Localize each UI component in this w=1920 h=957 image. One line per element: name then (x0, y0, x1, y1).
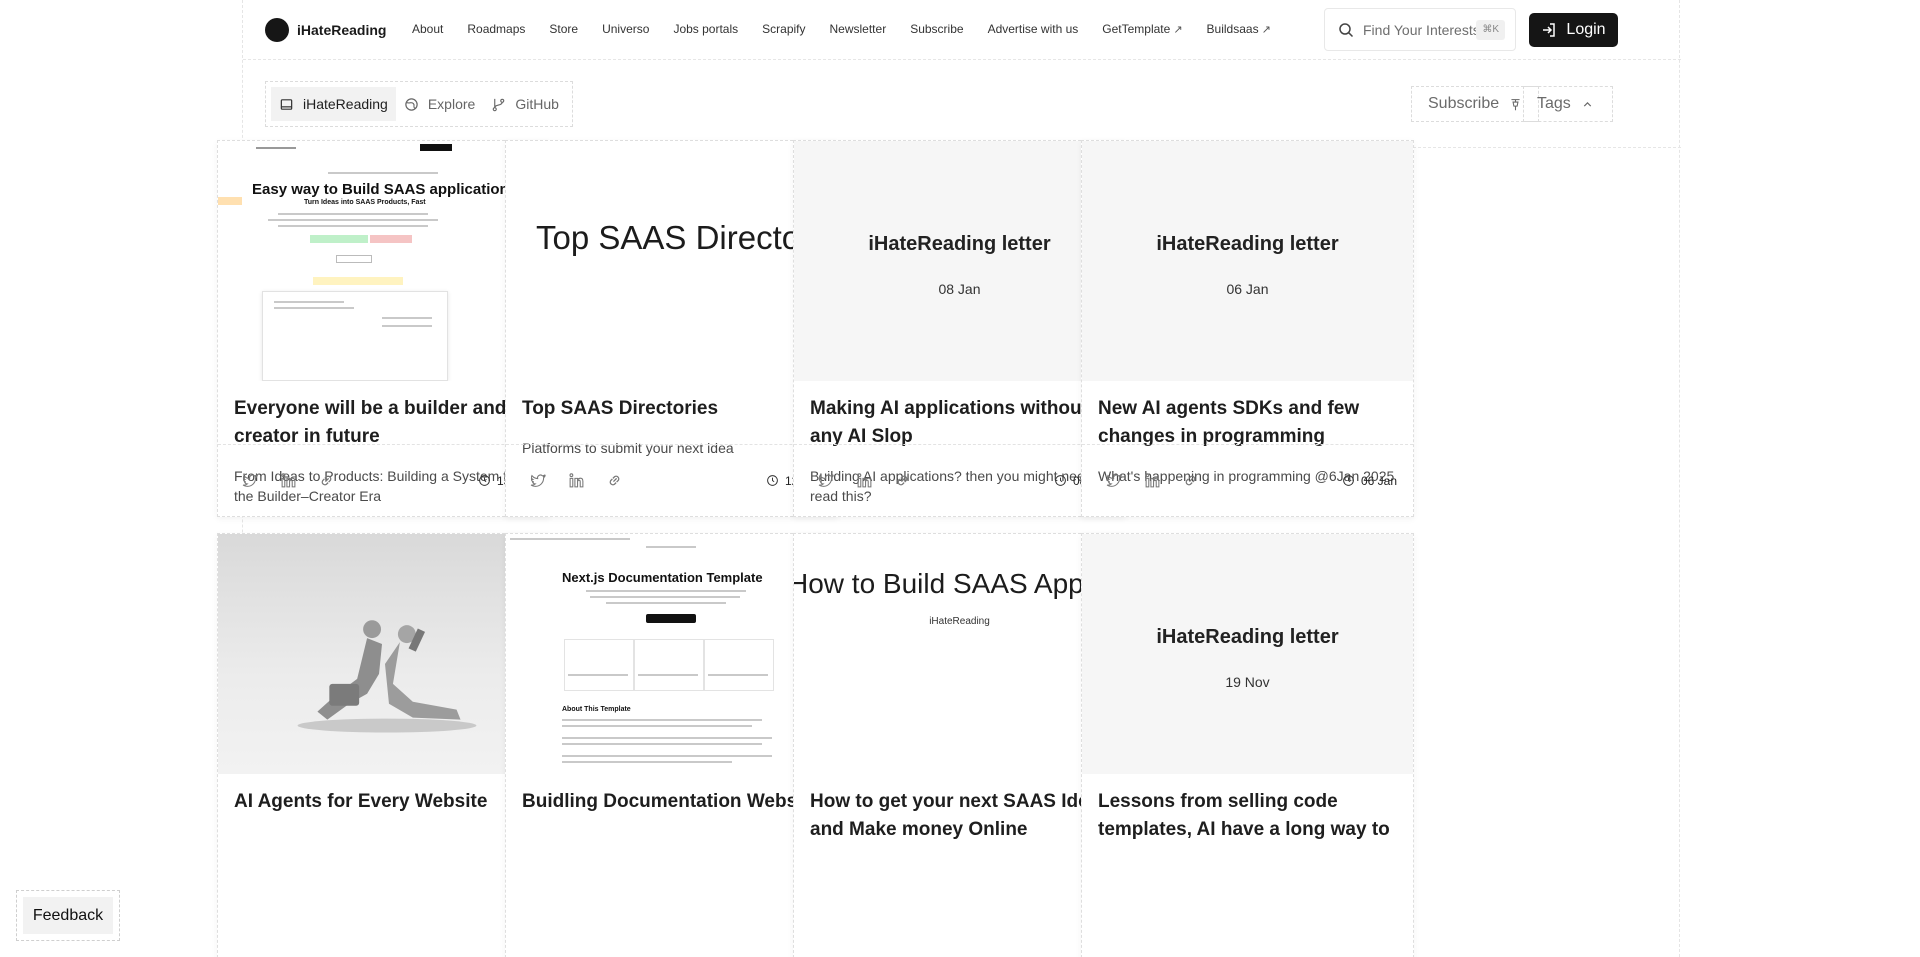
clock-icon (767, 475, 778, 486)
post-card-3[interactable]: iHateReading letter 08 Jan Making AI app… (793, 140, 1126, 517)
nav-link-store[interactable]: Store (549, 22, 578, 36)
pin-icon (1511, 98, 1520, 110)
tab-ihatereading[interactable]: iHateReading (271, 87, 396, 121)
nav-link-universo[interactable]: Universo (602, 22, 649, 36)
thumbnail-text: How to Build SAAS Applications (794, 568, 1125, 599)
post-thumbnail: How to Build SAAS Applications iHateRead… (794, 534, 1125, 774)
post-title[interactable]: AI Agents for Every Website (218, 774, 549, 816)
post-card-4[interactable]: iHateReading letter 06 Jan New AI agents… (1081, 140, 1414, 517)
clock-icon (479, 475, 490, 486)
tab-explore[interactable]: Explore (396, 87, 483, 121)
thumbnail-title: iHateReading letter (1156, 626, 1339, 648)
feedback-label: Feedback (23, 897, 113, 934)
link-icon[interactable] (318, 472, 335, 489)
clock-icon (1055, 475, 1066, 486)
nav-link-about[interactable]: About (412, 22, 443, 36)
post-card-2[interactable]: Top SAAS Directories Top SAAS Directorie… (505, 140, 838, 517)
post-thumbnail: iHateReading letter 06 Jan (1082, 141, 1413, 381)
twitter-icon[interactable] (1106, 472, 1123, 489)
post-thumbnail: iHateReading letter 08 Jan (794, 141, 1125, 381)
brand-name: iHateReading (297, 22, 387, 38)
post-title[interactable]: Making AI applications without any AI Sl… (794, 381, 1125, 451)
subscribe-button[interactable]: Subscribe (1411, 86, 1540, 122)
clock-icon (1343, 475, 1354, 486)
linkedin-icon[interactable] (568, 472, 585, 489)
thumbnail-title: iHateReading letter (868, 233, 1051, 255)
post-card-8[interactable]: iHateReading letter 19 Nov Lessons from … (1081, 533, 1414, 957)
source-tabs: iHateReading Explore GitHub (265, 81, 573, 127)
post-title[interactable]: Lessons from selling code templates, AI … (1082, 774, 1413, 844)
brand-link[interactable]: iHateReading (265, 18, 386, 42)
feedback-button[interactable]: Feedback (16, 890, 120, 941)
linkedin-icon[interactable] (280, 472, 297, 489)
brand-logo (265, 18, 289, 42)
thumbnail-text: Top SAAS Directories (536, 219, 837, 256)
globe-icon (405, 97, 418, 111)
twitter-icon[interactable] (818, 472, 835, 489)
nav-link-subscribe[interactable]: Subscribe (910, 22, 963, 36)
post-card-7[interactable]: How to Build SAAS Applications iHateRead… (793, 533, 1126, 957)
post-footer: 12 Jan (506, 444, 837, 516)
link-icon[interactable] (606, 472, 623, 489)
nav-link-roadmaps[interactable]: Roadmaps (467, 22, 525, 36)
post-thumbnail (218, 534, 549, 774)
thumbnail-title: iHateReading letter (1156, 233, 1339, 255)
external-link-icon: ↗ (1173, 23, 1183, 36)
search-input[interactable]: Find Your Interests ⌘K (1324, 8, 1516, 51)
book-icon (280, 98, 293, 110)
nav-link-buildsaas[interactable]: Buildsaas ↗ (1207, 22, 1271, 36)
post-footer: 08 Jan (794, 444, 1125, 516)
login-label: Login (1566, 21, 1606, 38)
link-icon[interactable] (894, 472, 911, 489)
post-card-5[interactable]: AI Agents for Every Website (217, 533, 550, 957)
search-placeholder: Find Your Interests (1363, 21, 1480, 38)
post-thumbnail: Top SAAS Directories (506, 141, 837, 381)
post-footer: 06 Jan (1082, 444, 1413, 516)
linkedin-icon[interactable] (1144, 472, 1161, 489)
nav-link-jobs-portals[interactable]: Jobs portals (673, 22, 738, 36)
search-icon (1339, 22, 1354, 37)
section-toolbar: iHateReading Explore GitHub Subscribe Ta… (243, 61, 1681, 148)
post-title[interactable]: Everyone will be a builder and creator i… (218, 381, 549, 451)
nav-links: About Roadmaps Store Universo Jobs porta… (412, 22, 1295, 36)
thumbnail-brand: iHateReading (929, 616, 990, 627)
saas-screenshot-image: Easy way to Build SAAS applications Turn… (218, 141, 549, 381)
search-shortcut-badge: ⌘K (1476, 20, 1505, 40)
wooden-mannequins-image (297, 620, 477, 733)
tab-github[interactable]: GitHub (483, 87, 567, 121)
post-thumbnail: Easy way to Build SAAS applications Turn… (218, 141, 549, 381)
post-title[interactable]: New AI agents SDKs and few changes in pr… (1082, 381, 1413, 451)
nav-link-gettemplate[interactable]: GetTemplate ↗ (1102, 22, 1182, 36)
twitter-icon[interactable] (242, 472, 259, 489)
thumbnail-date: 19 Nov (1225, 674, 1270, 690)
post-card-6[interactable]: Next.js Documentation Template About Thi… (505, 533, 838, 957)
chevron-up-icon (1583, 101, 1591, 107)
tags-dropdown[interactable]: Tags (1523, 86, 1613, 122)
external-link-icon: ↗ (1261, 23, 1271, 36)
git-branch-icon (493, 98, 505, 111)
linkedin-icon[interactable] (856, 472, 873, 489)
nav-link-advertise[interactable]: Advertise with us (988, 22, 1079, 36)
nav-link-newsletter[interactable]: Newsletter (830, 22, 887, 36)
post-footer: 13 Jan (218, 444, 549, 516)
login-button[interactable]: Login (1529, 13, 1618, 47)
docs-screenshot-image: Next.js Documentation Template About Thi… (506, 534, 837, 774)
post-thumbnail: Next.js Documentation Template About Thi… (506, 534, 837, 774)
login-icon (1543, 23, 1556, 37)
nav-link-scrapify[interactable]: Scrapify (762, 22, 805, 36)
post-title[interactable]: Buidling Documentation Website (506, 774, 837, 816)
post-thumbnail: iHateReading letter 19 Nov (1082, 534, 1413, 774)
thumbnail-date: 08 Jan (938, 281, 981, 297)
post-date: 06 Jan (1342, 474, 1397, 488)
top-navigation: iHateReading About Roadmaps Store Univer… (243, 0, 1681, 60)
thumbnail-date: 06 Jan (1226, 281, 1269, 297)
link-icon[interactable] (1182, 472, 1199, 489)
post-card-1[interactable]: Easy way to Build SAAS applications Turn… (217, 140, 550, 517)
post-title[interactable]: How to get your next SAAS Idea and Make … (794, 774, 1125, 844)
post-title[interactable]: Top SAAS Directories (506, 381, 837, 423)
twitter-icon[interactable] (530, 472, 547, 489)
